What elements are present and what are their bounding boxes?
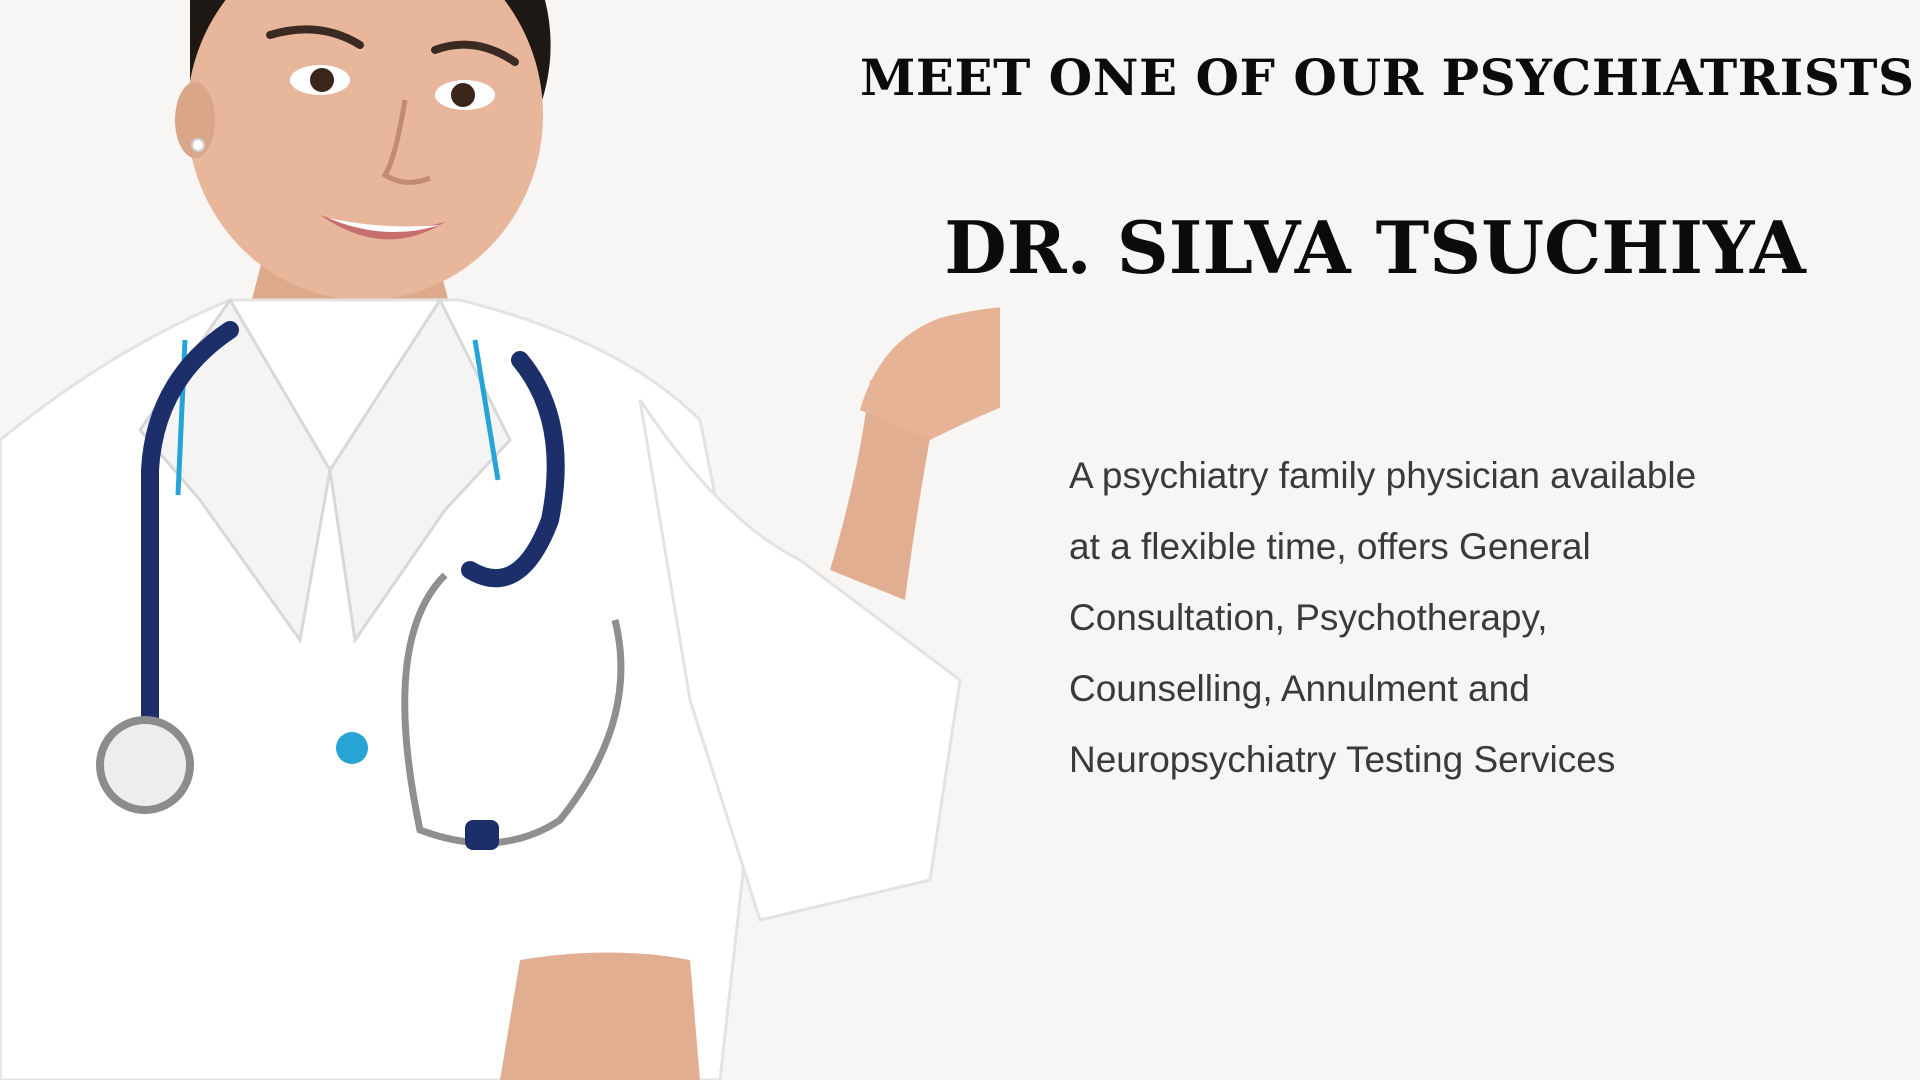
folded-arm <box>500 952 700 1080</box>
doctor-photo <box>0 0 1000 1080</box>
page-heading: MEET ONE OF OUR PSYCHIATRISTS <box>860 48 1915 107</box>
stethoscope-clip <box>465 820 499 850</box>
doctor-description: A psychiatry family physician available … <box>1069 455 1697 780</box>
earring <box>191 138 205 152</box>
iris-left <box>310 68 334 92</box>
promo-banner: MEET ONE OF OUR PSYCHIATRISTS DR. SILVA … <box>0 0 1920 1080</box>
coat-button <box>336 732 368 764</box>
stethoscope-chestpiece <box>96 716 194 814</box>
iris-right <box>451 83 475 107</box>
doctor-name: DR. SILVA TSUCHIYA <box>944 205 1806 290</box>
